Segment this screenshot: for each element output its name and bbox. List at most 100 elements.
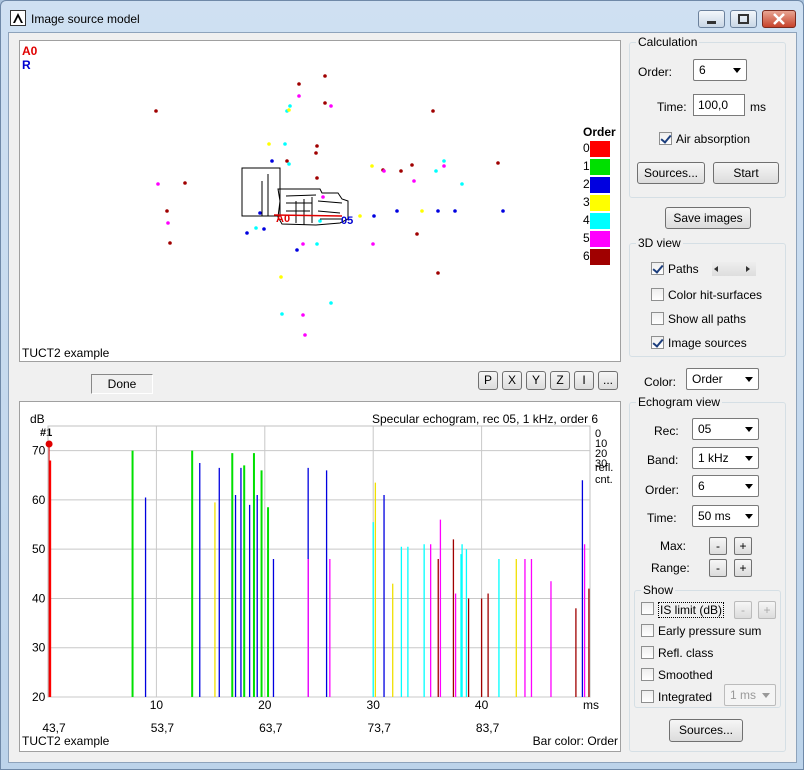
image-source-dot (166, 221, 170, 225)
y-axis-label: dB (30, 412, 45, 426)
image-source-dot (370, 164, 374, 168)
image-sources-checkbox[interactable] (651, 336, 664, 349)
echogram-footer-right: Bar color: Order (533, 734, 618, 748)
model-view[interactable]: A0 R Order 0 1 2 3 4 5 6 A0 05 TUCT2 example (19, 40, 621, 362)
image-source-dots (154, 74, 505, 337)
order-legend-label: 3 (583, 195, 590, 209)
refl-class-label: Refl. class (658, 646, 714, 660)
echogram-chart[interactable]: dB Specular echogram, rec 05, 1 kHz, ord… (20, 402, 620, 751)
order-legend: 0 1 2 3 4 5 6 (583, 141, 610, 265)
color-select[interactable]: Order (686, 368, 759, 390)
view-button-y[interactable]: Y (526, 371, 546, 390)
save-images-button[interactable]: Save images (665, 207, 751, 229)
echo-order-label: Order: (645, 483, 680, 497)
show-group: Show IS limit (dB) - + Early pressure su… (634, 583, 781, 708)
image-source-dot (270, 159, 274, 163)
image-source-dot (321, 195, 325, 199)
image-source-dot (287, 162, 291, 166)
image-source-dot (410, 163, 414, 167)
image-source-dot (183, 181, 187, 185)
refl-class-checkbox[interactable] (641, 646, 654, 659)
integrated-value: 1 ms (730, 688, 757, 702)
echo-time-value: 50 ms (698, 509, 731, 523)
air-absorption-checkbox[interactable] (659, 132, 672, 145)
image-source-dot (315, 242, 319, 246)
calc-sources-button[interactable]: Sources... (637, 162, 705, 184)
paths-checkbox[interactable] (651, 262, 664, 275)
image-source-dot (415, 232, 419, 236)
is-limit-label: IS limit (dB) (658, 602, 725, 618)
color-value: Order (692, 372, 723, 386)
order-legend-label: 4 (583, 213, 590, 227)
image-source-dot (279, 275, 283, 279)
chart-title: Specular echogram, rec 05, 1 kHz, order … (372, 412, 598, 426)
maximize-button[interactable] (730, 10, 757, 28)
echo-time-select[interactable]: 50 ms (692, 505, 759, 527)
air-absorption-label: Air absorption (676, 132, 751, 146)
start-button[interactable]: Start (713, 162, 779, 184)
y-tick-label: 40 (32, 591, 46, 605)
image-source-dot (301, 242, 305, 246)
legend-a0: A0 (22, 44, 38, 58)
calc-time-label: Time: (657, 100, 687, 114)
image-source-dot (442, 159, 446, 163)
integrated-select[interactable]: 1 ms (724, 684, 776, 706)
image-source-dot (283, 142, 287, 146)
view-button-x[interactable]: X (502, 371, 522, 390)
y-tick-label: 70 (32, 444, 46, 458)
minimize-button[interactable] (698, 10, 725, 28)
x-tick-label: 30 (367, 698, 381, 712)
smoothed-checkbox[interactable] (641, 668, 654, 681)
echo-order-select[interactable]: 6 (692, 475, 759, 497)
x-tick-label-absolute: 73,7 (368, 721, 392, 735)
x-tick-label: 20 (258, 698, 272, 712)
is-limit-minus-button[interactable]: - (734, 601, 752, 619)
range-minus-button[interactable]: - (709, 559, 727, 577)
status-box: Done (91, 374, 153, 394)
order-legend-label: 2 (583, 177, 590, 191)
color-label: Color: (644, 375, 677, 389)
show-title: Show (641, 583, 676, 597)
early-pressure-sum-checkbox[interactable] (641, 624, 654, 637)
image-source-dot (262, 227, 266, 231)
close-button[interactable] (762, 10, 796, 28)
max-label: Max: (660, 539, 687, 553)
image-source-dot (323, 101, 327, 105)
integrated-checkbox[interactable] (641, 690, 654, 703)
band-select[interactable]: 1 kHz (692, 447, 759, 469)
echogram-sources-button[interactable]: Sources... (669, 719, 743, 742)
view-button-i[interactable]: I (574, 371, 594, 390)
y-tick-label: 30 (32, 641, 46, 655)
title-bar[interactable]: Image source model (1, 1, 803, 33)
x-tick-label-absolute: 63,7 (259, 721, 283, 735)
image-source-dot (288, 104, 292, 108)
show-all-paths-checkbox[interactable] (651, 312, 664, 325)
calc-time-input[interactable]: 100,0 (693, 94, 745, 116)
plot-frame (47, 425, 591, 698)
status-text: Done (107, 377, 137, 391)
view-button-z[interactable]: Z (550, 371, 570, 390)
image-source-dot (258, 211, 262, 215)
image-sources-label: Image sources (668, 336, 747, 350)
x-tick-labels-absolute: 43,7 53,7 63,7 73,7 83,7 (42, 721, 499, 735)
view-button-more[interactable]: ... (598, 371, 618, 390)
calc-order-select[interactable]: 6 (693, 59, 747, 81)
client-area: A0 R Order 0123456 A0 05 TUCT2 example D… (8, 32, 797, 763)
echo-time-label: Time: (647, 511, 677, 525)
max-plus-button[interactable]: + (734, 537, 752, 555)
paths-scroller[interactable] (712, 262, 756, 276)
is-limit-checkbox[interactable] (641, 602, 654, 615)
order-legend-swatch (590, 231, 610, 247)
view-button-p[interactable]: P (478, 371, 498, 390)
is-limit-plus-button[interactable]: + (758, 601, 776, 619)
range-plus-button[interactable]: + (734, 559, 752, 577)
3d-view-title: 3D view (636, 236, 683, 250)
order-legend-swatch (590, 249, 610, 265)
image-source-dot (395, 209, 399, 213)
max-minus-button[interactable]: - (709, 537, 727, 555)
image-source-dot (297, 94, 301, 98)
rec-select[interactable]: 05 (692, 418, 759, 440)
echogram-panel[interactable]: dB Specular echogram, rec 05, 1 kHz, ord… (19, 401, 621, 752)
model-canvas[interactable]: A0 R Order 0 1 2 3 4 5 6 A0 05 TUCT2 example (20, 41, 620, 361)
color-hit-surfaces-checkbox[interactable] (651, 288, 664, 301)
